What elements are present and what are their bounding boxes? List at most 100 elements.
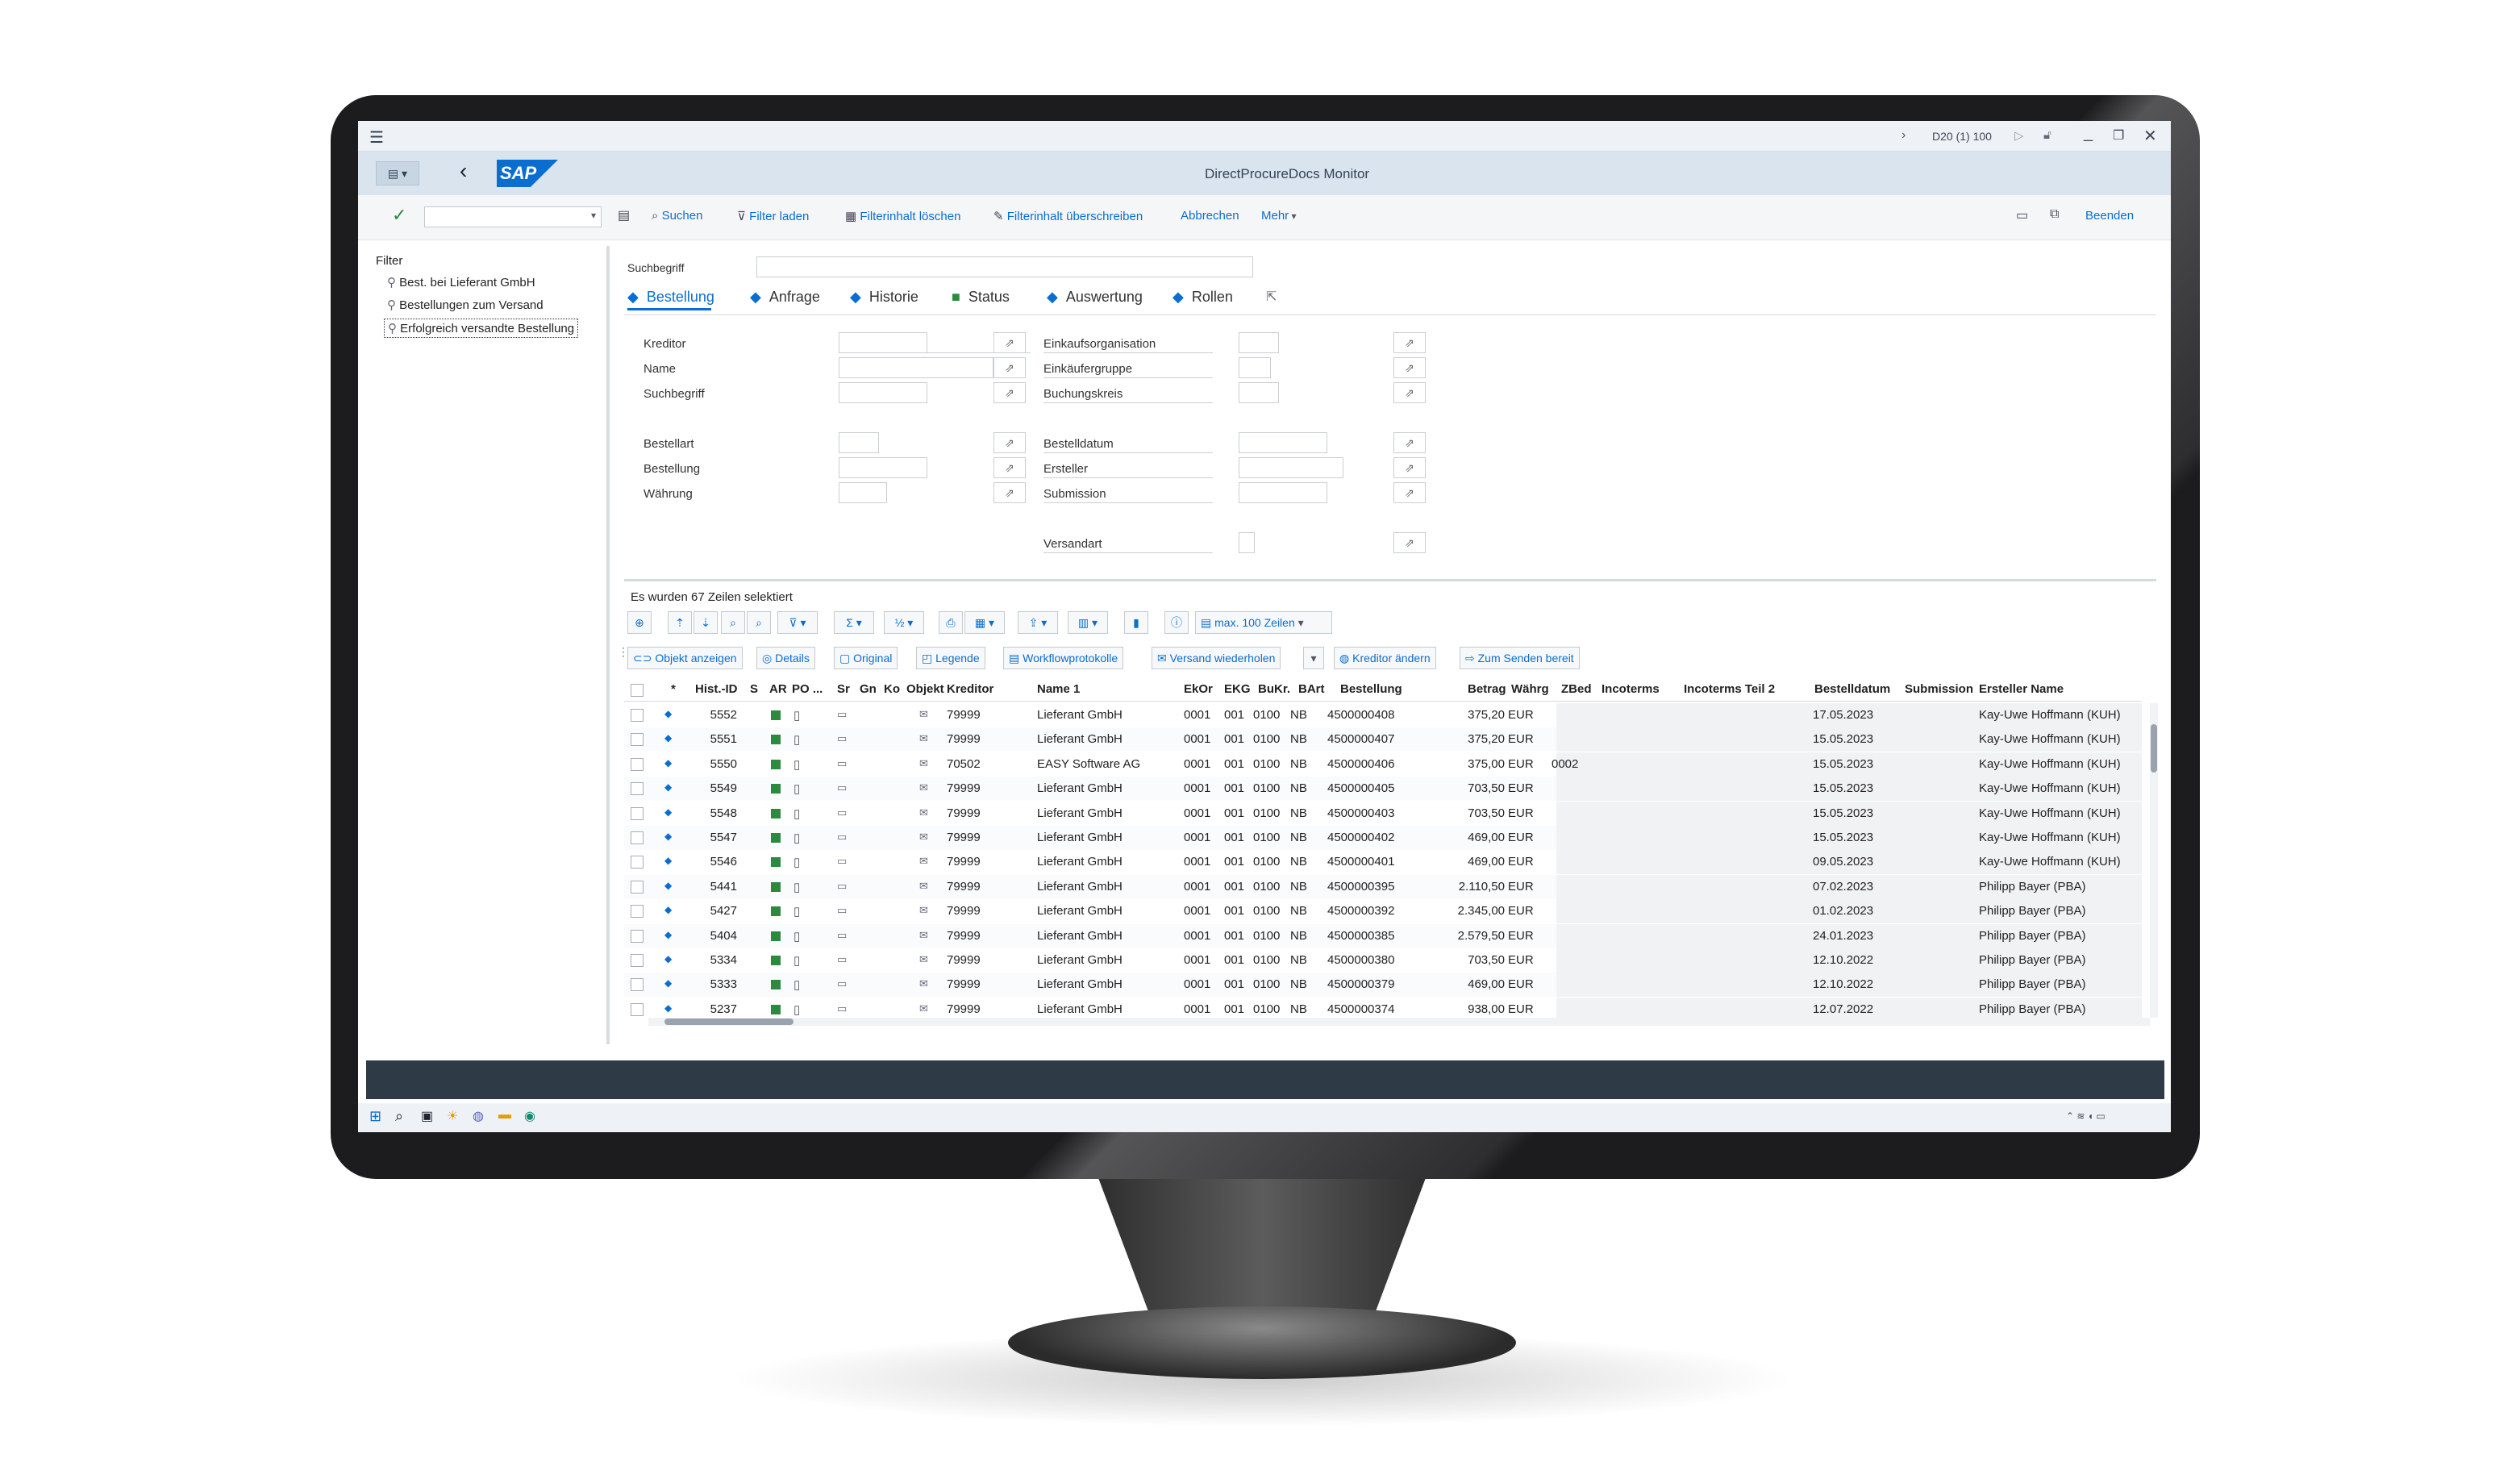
value-help-icon[interactable]: ⇗ — [1393, 357, 1426, 378]
document-icon[interactable]: ▯ — [793, 977, 800, 992]
more-button[interactable]: Mehr ▾ — [1261, 209, 1297, 223]
system-tray-icon[interactable]: ⌃ ≋ ◖ ▭ — [2066, 1110, 2106, 1122]
value-help-icon[interactable]: ⇗ — [1393, 532, 1426, 553]
windows-start-icon[interactable]: ⊞ — [369, 1108, 381, 1125]
filter-item-selected[interactable]: ⚲ Erfolgreich versandte Bestellung — [384, 319, 579, 338]
legend-button[interactable]: ◰ Legende — [916, 647, 985, 669]
message-icon[interactable]: ▭ — [837, 831, 847, 844]
column-header[interactable]: Sr — [837, 682, 850, 696]
info-icon[interactable]: ⓘ — [1164, 611, 1189, 634]
task-view-icon[interactable]: ▣ — [421, 1108, 433, 1124]
column-header[interactable]: * — [671, 682, 676, 696]
workflow-log-button[interactable]: ▤ Workflowprotokolle — [1003, 647, 1124, 669]
filter-load-button[interactable]: ⊽ Filter laden — [737, 209, 809, 223]
widgets-icon[interactable]: ☀ — [447, 1108, 458, 1124]
column-header[interactable]: Bestellung — [1340, 682, 1402, 696]
table-row[interactable]: ◆ ▯ ▭ ✉ 5546 79999 Lieferant GmbH 0001 001 0100 NB… — [624, 850, 2142, 875]
waehrung-input[interactable] — [839, 482, 887, 503]
einkaufsorganisation-input[interactable] — [1239, 332, 1279, 353]
mail-icon[interactable]: ✉ — [919, 929, 928, 942]
mail-icon[interactable]: ✉ — [919, 977, 928, 990]
message-icon[interactable]: ▭ — [837, 757, 847, 770]
row-checkbox[interactable] — [631, 782, 644, 796]
filter-item[interactable]: ⚲ Bestellungen zum Versand — [387, 298, 544, 312]
view-icon[interactable]: ▦ ▾ — [964, 611, 1005, 634]
message-icon[interactable]: ▭ — [837, 929, 847, 942]
close-icon[interactable]: ✕ — [2143, 126, 2157, 146]
column-header[interactable]: Ersteller Name — [1979, 682, 2064, 696]
document-icon[interactable]: ▯ — [793, 781, 800, 796]
command-field[interactable]: ▾ — [424, 206, 602, 227]
mail-icon[interactable]: ✉ — [919, 1002, 928, 1015]
column-header[interactable]: Gn — [860, 682, 877, 696]
layout-icon[interactable]: ▥ ▾ — [1068, 611, 1108, 634]
filter-item[interactable]: ⚲ Best. bei Lieferant GmbH — [387, 275, 535, 290]
ersteller-input[interactable] — [1239, 457, 1343, 478]
buchungskreis-input[interactable] — [1239, 382, 1279, 403]
row-checkbox[interactable] — [631, 978, 644, 992]
column-header[interactable]: Incoterms — [1602, 682, 1660, 696]
document-icon[interactable]: ▯ — [793, 732, 800, 747]
row-checkbox[interactable] — [631, 856, 644, 869]
row-checkbox[interactable] — [631, 880, 644, 894]
column-header[interactable]: Submission — [1905, 682, 1973, 696]
details-button[interactable]: ◎ Details — [756, 647, 815, 669]
sort-asc-icon[interactable]: ⇡ — [668, 611, 692, 634]
column-header[interactable]: Bestelldatum — [1814, 682, 1890, 696]
bestellart-input[interactable] — [839, 432, 879, 453]
resend-dropdown[interactable]: ▾ — [1303, 647, 1324, 669]
column-header[interactable]: S — [750, 682, 758, 696]
find-next-icon[interactable]: ⌕ — [747, 611, 771, 634]
mail-icon[interactable]: ✉ — [919, 732, 928, 745]
filter-clear-button[interactable]: ▦ Filterinhalt löschen — [845, 209, 960, 223]
tab-bestellung[interactable]: ◆ Bestellung — [627, 289, 714, 306]
folder-icon[interactable]: ▬ — [498, 1108, 511, 1123]
table-row[interactable]: ◆ ▯ ▭ ✉ 5334 79999 Lieferant GmbH 0001 001 0100 NB… — [624, 948, 2142, 973]
resend-button[interactable]: ✉ Versand wiederholen — [1152, 647, 1281, 669]
value-help-icon[interactable]: ⇗ — [993, 357, 1026, 378]
table-row[interactable]: ◆ ▯ ▭ ✉ 5547 79999 Lieferant GmbH 0001 001 0100 NB… — [624, 826, 2142, 850]
mail-icon[interactable]: ✉ — [919, 806, 928, 819]
versandart-input[interactable] — [1239, 532, 1255, 553]
find-icon[interactable]: ⌕ — [721, 611, 745, 634]
submission-input[interactable] — [1239, 482, 1327, 503]
ready-to-send-button[interactable]: ⇨ Zum Senden bereit — [1460, 647, 1580, 669]
object-show-button[interactable]: ⊂⊃ Objekt anzeigen — [627, 647, 743, 669]
column-header[interactable]: Incoterms Teil 2 — [1684, 682, 1775, 696]
filter-overwrite-button[interactable]: ✎ Filterinhalt überschreiben — [993, 209, 1143, 223]
table-row[interactable]: ◆ ▯ ▭ ✉ 5550 70502 EASY Software AG 0001 001 0100… — [624, 752, 2142, 777]
value-help-icon[interactable]: ⇗ — [1393, 432, 1426, 453]
message-icon[interactable]: ▭ — [837, 880, 847, 893]
zoom-icon[interactable]: ⊕ — [627, 611, 652, 634]
column-header[interactable]: BArt — [1298, 682, 1325, 696]
value-help-icon[interactable]: ⇗ — [993, 382, 1026, 403]
print-icon[interactable]: ⎙ — [939, 611, 963, 634]
max-rows-select[interactable]: ▤ max. 100 Zeilen ▾ — [1195, 611, 1332, 634]
column-header[interactable]: PO ... — [792, 682, 823, 696]
export-icon[interactable]: ⇪ ▾ — [1018, 611, 1058, 634]
message-icon[interactable]: ▭ — [837, 708, 847, 721]
message-icon[interactable]: ▭ — [837, 977, 847, 990]
subtotal-icon[interactable]: ½ ▾ — [884, 611, 924, 634]
search-input[interactable] — [756, 256, 1253, 277]
column-header[interactable]: EkOr — [1184, 682, 1213, 696]
row-checkbox[interactable] — [631, 709, 644, 722]
table-row[interactable]: ◆ ▯ ▭ ✉ 5551 79999 Lieferant GmbH 0001 001 0100 NB… — [624, 727, 2142, 752]
table-row[interactable]: ◆ ▯ ▭ ✉ 5427 79999 Lieferant GmbH 0001 001 0100 NB… — [624, 899, 2142, 924]
change-vendor-button[interactable]: ◍ Kreditor ändern — [1334, 647, 1436, 669]
vertical-scrollbar[interactable] — [2150, 703, 2158, 1018]
column-header[interactable]: Objekt — [906, 682, 944, 696]
value-help-icon[interactable]: ⇗ — [993, 482, 1026, 503]
tab-rollen[interactable]: ◆ Rollen — [1173, 289, 1233, 306]
document-icon[interactable]: ▯ — [793, 929, 800, 944]
transaction-menu-icon[interactable]: ▤ ▾ — [376, 161, 419, 185]
maximize-icon[interactable]: ❐ — [2113, 127, 2124, 144]
play-icon[interactable]: ▷ — [2014, 128, 2024, 143]
minimize-icon[interactable]: _ — [2084, 124, 2093, 143]
document-icon[interactable]: ▯ — [793, 1002, 800, 1017]
chevron-right-icon[interactable]: › — [1901, 128, 1906, 143]
chat-icon[interactable]: ◍ — [473, 1108, 484, 1124]
value-help-icon[interactable]: ⇗ — [993, 432, 1026, 453]
row-checkbox[interactable] — [631, 929, 644, 943]
value-help-icon[interactable]: ⇗ — [1393, 482, 1426, 503]
